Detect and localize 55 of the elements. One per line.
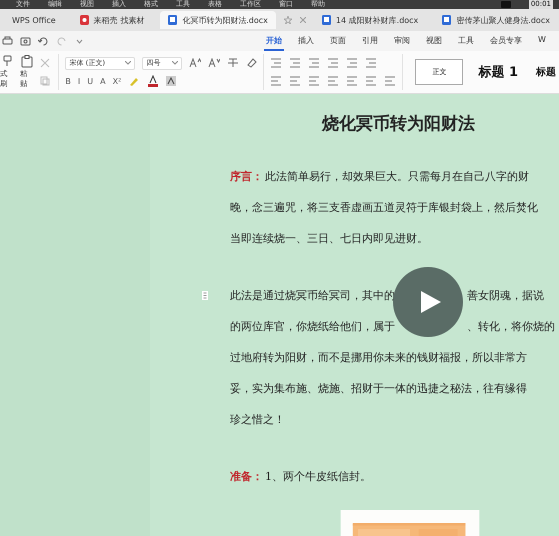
play-icon: [421, 291, 441, 313]
format-button[interactable]: A: [100, 76, 106, 86]
document-icon: [168, 15, 178, 25]
character-shading-icon[interactable]: [166, 76, 176, 86]
ribbon-tab[interactable]: 会员专享: [488, 32, 524, 50]
body-text: 、转化，将你烧的: [467, 319, 555, 335]
body-text: 此法简单易行，却效果巨大。只需每月在自己八字的财: [265, 169, 529, 185]
undo-icon[interactable]: [38, 36, 49, 46]
ribbon-tab[interactable]: 引用: [360, 32, 380, 50]
dropdown-icon: [172, 61, 178, 66]
star-icon: [284, 16, 292, 24]
document-title: 烧化冥币转为阳财法: [320, 113, 476, 135]
document-icon: [442, 15, 452, 25]
document-tab[interactable]: 化冥币转为阳财法.docx: [160, 11, 276, 29]
body-text: 1、两个牛皮纸信封。: [265, 469, 371, 485]
preview-icon[interactable]: [20, 36, 31, 46]
document-icon: [322, 15, 331, 25]
ribbon-tab[interactable]: 审阅: [392, 32, 412, 50]
body-text: 善女阴魂，据说: [467, 288, 544, 304]
body-text: 珍之惜之！: [230, 412, 285, 428]
ribbon-tab[interactable]: 页面: [328, 32, 348, 50]
body-text: 晚，念三遍咒，将三支香虚画五道灵符于库银封袋上，然后焚化: [230, 200, 538, 216]
strikethrough-icon[interactable]: [227, 58, 240, 68]
section-label: 准备：: [230, 469, 263, 485]
document-tab[interactable]: 密传茅山聚人健身法.docx: [434, 11, 558, 29]
body-text: 当即连续烧一、三日、七日内即见进财。: [230, 231, 428, 247]
body-text: 的两位库官，你烧纸给他们，属于: [230, 319, 395, 335]
dropdown-icon: [125, 61, 132, 66]
ribbon-tab[interactable]: 视图: [424, 32, 444, 50]
style-preset[interactable]: 标题 1: [475, 59, 521, 85]
clipboard-icon: [21, 54, 34, 68]
body-text: 妥，实为集布施、烧施、招财于一体的迅捷之秘法，往有缘得: [230, 381, 527, 397]
format-button[interactable]: U: [87, 76, 94, 86]
shrink-font-icon[interactable]: [208, 58, 220, 68]
font-color-icon[interactable]: [147, 75, 160, 88]
section-label: 序言：: [230, 169, 263, 185]
print-icon[interactable]: [2, 36, 13, 46]
format-button[interactable]: I: [78, 76, 80, 86]
body-text: 过地府转为阳财，而不是挪用你未来的钱财福报，所以非常方: [230, 350, 527, 366]
ribbon-tab[interactable]: W: [536, 32, 548, 50]
ribbon-tab[interactable]: 工具: [456, 32, 476, 50]
grow-font-icon[interactable]: [189, 58, 202, 68]
format-button[interactable]: X²: [112, 76, 122, 86]
style-preset[interactable]: 标题: [533, 61, 559, 83]
brush-icon: [1, 55, 14, 67]
document-tab[interactable]: 14 成阳财补财库.docx: [314, 11, 426, 29]
store-icon: [80, 15, 89, 25]
body-text: 此法是通过烧冥币给冥司，其中的: [230, 288, 395, 304]
format-button[interactable]: B: [65, 76, 71, 86]
document-tab[interactable]: WPS Office: [4, 11, 64, 29]
close-icon[interactable]: [300, 17, 306, 23]
ribbon-tab[interactable]: 插入: [296, 32, 316, 50]
document-tab[interactable]: 来稻壳 找素材: [72, 11, 152, 29]
paragraph-handle-icon[interactable]: [202, 291, 208, 300]
eraser-icon[interactable]: [246, 58, 258, 68]
